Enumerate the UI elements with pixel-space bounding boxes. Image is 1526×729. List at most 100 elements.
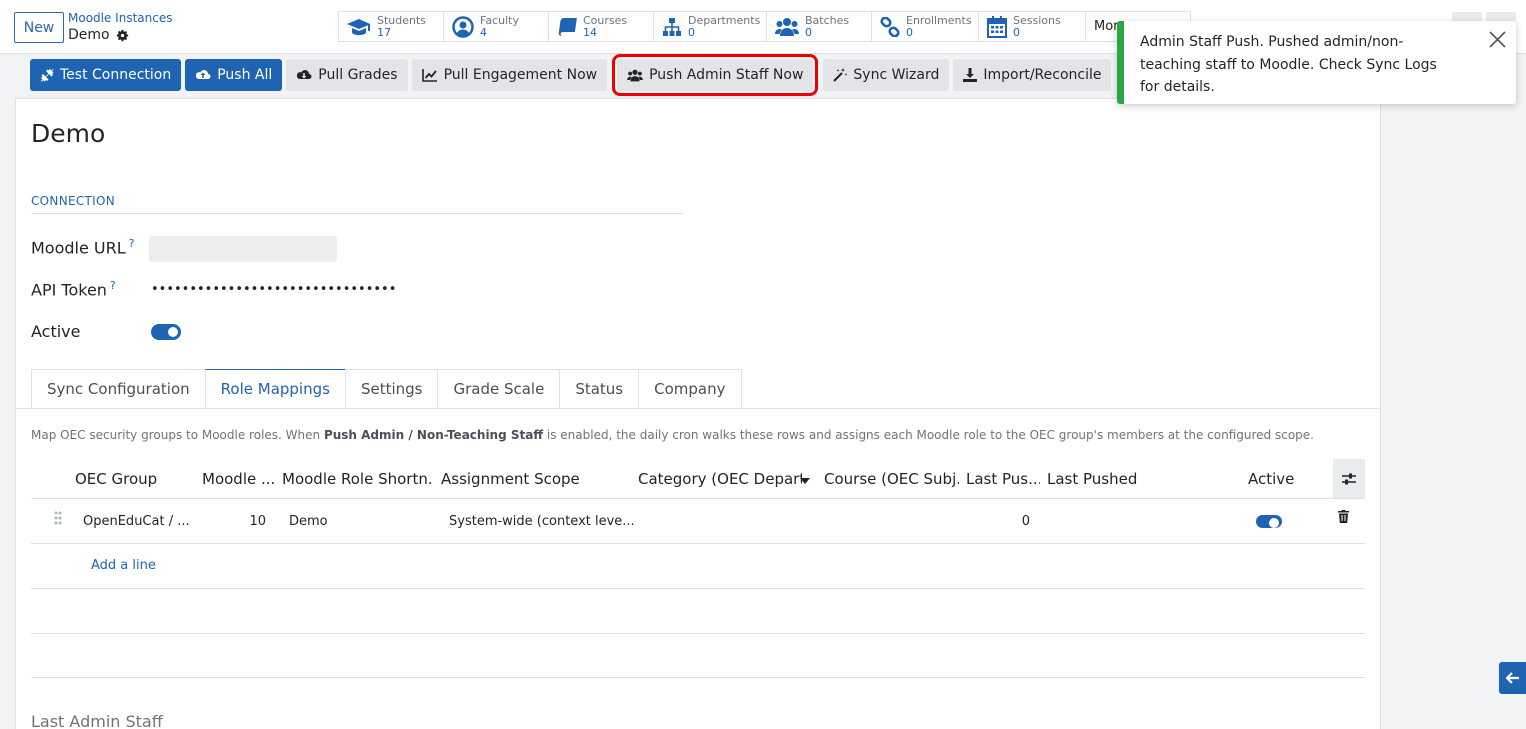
tab-company[interactable]: Company	[638, 369, 742, 409]
stat-label: Sessions	[1013, 13, 1061, 27]
toast-message: Admin Staff Push. Pushed admin/non-teach…	[1140, 34, 1437, 95]
stat-sessions[interactable]: Sessions 0	[978, 11, 1086, 42]
push-all-button[interactable]: Push All	[185, 59, 283, 91]
tab-sync-configuration[interactable]: Sync Configuration	[31, 369, 206, 409]
moodle-url-field[interactable]	[149, 236, 337, 262]
help-text-bold: Push Admin / Non-Teaching Staff	[323, 428, 544, 442]
sync-wizard-button[interactable]: Sync Wizard	[823, 59, 950, 91]
drag-handle-icon[interactable]	[54, 511, 62, 525]
cloud-upload-icon	[196, 70, 211, 80]
test-connection-label: Test Connection	[60, 67, 172, 83]
tab-grade-scale[interactable]: Grade Scale	[437, 369, 561, 409]
stat-batches[interactable]: Batches 0	[766, 11, 872, 42]
users-icon	[775, 17, 799, 36]
column-last-push-count[interactable]: Last Pus...	[966, 459, 1040, 499]
add-line-link[interactable]: Add a line	[91, 558, 156, 573]
download-icon	[963, 68, 978, 82]
column-moodle-id[interactable]: Moodle ...	[202, 459, 274, 499]
stat-value: 0	[1013, 25, 1020, 39]
import-reconcile-label: Import/Reconcile	[983, 67, 1102, 83]
column-oec-group[interactable]: OEC Group	[75, 459, 193, 499]
notebook-tabs: Sync Configuration Role Mappings Setting…	[31, 369, 742, 409]
user-circle-icon	[452, 15, 474, 38]
cell-role-shortname[interactable]: Demo	[289, 499, 328, 544]
stat-enrollments[interactable]: Enrollments 0	[871, 11, 979, 42]
stat-value: 0	[805, 25, 812, 39]
record-name-text: Demo	[68, 27, 110, 43]
push-admin-staff-button[interactable]: Push Admin Staff Now	[612, 54, 819, 96]
help-text-post: is enabled, the daily cron walks these r…	[543, 428, 1314, 442]
column-last-pushed[interactable]: Last Pushed	[1047, 459, 1207, 499]
column-course[interactable]: Course (OEC Subj...	[824, 459, 959, 499]
section-connection: CONNECTION	[31, 194, 683, 214]
link-icon	[880, 16, 900, 37]
tab-status[interactable]: Status	[559, 369, 640, 409]
stat-value: 0	[906, 25, 913, 39]
active-label: Active	[31, 322, 81, 341]
new-button[interactable]: New	[14, 12, 64, 43]
pull-engagement-button[interactable]: Pull Engagement Now	[411, 59, 608, 91]
stat-faculty[interactable]: Faculty 4	[443, 11, 549, 42]
notification-toast: Admin Staff Push. Pushed admin/non-teach…	[1117, 21, 1516, 104]
tab-role-mappings[interactable]: Role Mappings	[204, 369, 346, 409]
close-icon[interactable]	[1489, 31, 1506, 48]
sliders-icon	[1342, 473, 1356, 484]
tab-divider	[16, 408, 1380, 409]
import-reconcile-button[interactable]: Import/Reconcile	[953, 59, 1112, 91]
pull-grades-label: Pull Grades	[318, 67, 398, 83]
cell-assignment-scope[interactable]: System-wide (context leve...	[449, 499, 635, 544]
optional-columns-button[interactable]	[1333, 459, 1365, 498]
table-header: OEC Group Moodle ... Moodle Role Shortn.…	[31, 459, 1365, 499]
stat-label: Courses	[583, 13, 628, 27]
stat-students[interactable]: Students 17	[338, 11, 444, 42]
stat-departments[interactable]: Departments 0	[653, 11, 767, 42]
pull-engagement-label: Pull Engagement Now	[443, 67, 598, 83]
push-all-label: Push All	[217, 67, 273, 83]
stat-label: Enrollments	[906, 13, 972, 27]
active-toggle[interactable]	[151, 324, 181, 340]
column-category[interactable]: Category (OEC Depart...	[638, 459, 802, 499]
test-connection-button[interactable]: Test Connection	[30, 59, 182, 91]
pull-grades-button[interactable]: Pull Grades	[286, 59, 408, 91]
role-mappings-help: Map OEC security groups to Moodle roles.…	[31, 428, 1314, 442]
column-active[interactable]: Active	[1248, 459, 1308, 499]
moodle-url-label-text: Moodle URL	[31, 238, 126, 258]
plug-icon	[41, 69, 54, 82]
record-name: Demo	[68, 27, 129, 43]
tab-settings[interactable]: Settings	[344, 369, 439, 409]
push-admin-staff-label: Push Admin Staff Now	[649, 67, 804, 83]
cell-moodle-id[interactable]: 10	[202, 499, 266, 544]
stat-label: Departments	[688, 13, 761, 27]
table-row[interactable]: OpenEduCat / ... 10 Demo System-wide (co…	[31, 499, 1365, 544]
stat-label: Faculty	[480, 13, 519, 27]
breadcrumb-moodle-instances[interactable]: Moodle Instances	[68, 11, 172, 25]
column-role-shortname[interactable]: Moodle Role Shortn...	[282, 459, 432, 499]
gear-icon[interactable]	[116, 29, 129, 42]
help-tooltip-icon[interactable]: ?	[110, 279, 116, 292]
stat-value: 14	[583, 25, 597, 39]
form-header-buttons: Test Connection Push All Pull Grades Pul…	[30, 54, 1112, 96]
stat-value: 0	[688, 25, 695, 39]
stat-value: 17	[377, 25, 391, 39]
empty-row	[31, 633, 1365, 678]
line-chart-icon	[421, 69, 437, 82]
column-assignment-scope[interactable]: Assignment Scope	[441, 459, 626, 499]
calendar-icon	[987, 15, 1007, 38]
cell-oec-group[interactable]: OpenEduCat / ...	[83, 499, 190, 544]
book-icon	[558, 17, 577, 36]
smart-buttons: Students 17 Faculty 4 Courses 14 Department…	[338, 11, 1191, 42]
empty-row	[31, 589, 1365, 634]
section-last-admin-staff: Last Admin Staff	[31, 712, 163, 729]
help-tooltip-icon[interactable]: ?	[129, 237, 135, 250]
record-title[interactable]: Demo	[31, 119, 105, 148]
trash-icon[interactable]	[1338, 510, 1349, 523]
stat-courses[interactable]: Courses 14	[548, 11, 654, 42]
stat-label: Students	[377, 13, 427, 27]
cell-last-push-count[interactable]: 0	[966, 499, 1030, 544]
api-token-field[interactable]: ••••••••••••••••••••••••••••••••	[151, 282, 396, 297]
row-active-toggle[interactable]	[1256, 515, 1282, 528]
stat-label: Batches	[805, 13, 850, 27]
cloud-download-icon	[297, 70, 312, 80]
caret-down-icon	[800, 478, 810, 484]
chatter-toggle-button[interactable]	[1499, 662, 1526, 694]
